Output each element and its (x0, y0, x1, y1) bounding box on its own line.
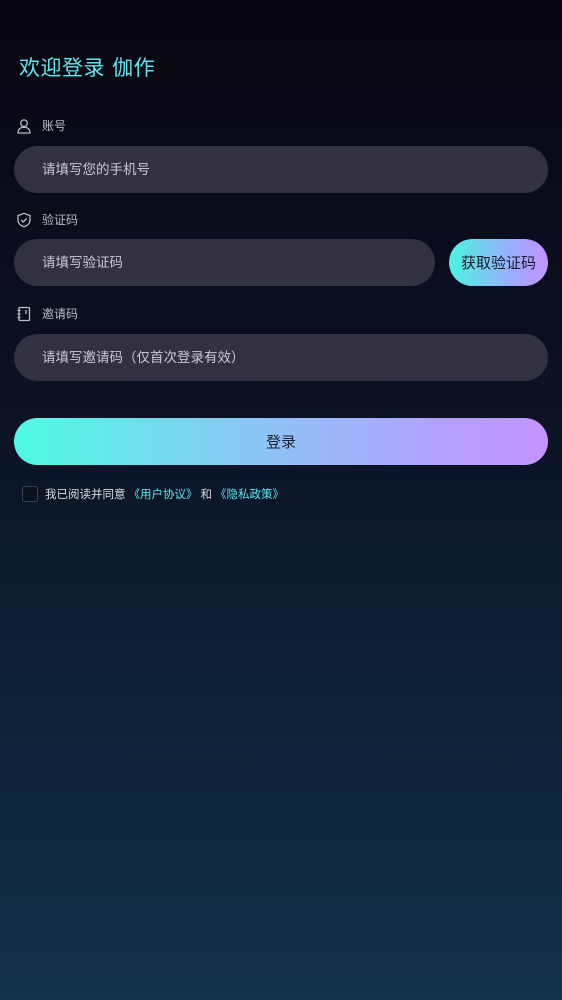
code-label: 验证码 (42, 213, 79, 227)
code-label-row: 验证码 (16, 211, 78, 228)
code-input[interactable] (42, 254, 435, 271)
login-button[interactable]: 登录 (14, 418, 548, 465)
shield-check-icon (16, 212, 32, 228)
invite-label: 邀请码 (42, 307, 79, 321)
privacy-policy-link[interactable]: 《隐私政策》 (215, 486, 284, 502)
user-agreement-link[interactable]: 《用户协议》 (129, 486, 198, 502)
agreement-connector: 和 (200, 487, 213, 501)
agreement-row: 我已阅读并同意 《用户协议》 和 《隐私政策》 (22, 486, 287, 502)
invite-label-row: 邀请码 (16, 305, 78, 322)
invite-field[interactable] (14, 334, 548, 381)
code-field[interactable] (14, 239, 435, 286)
user-icon (16, 118, 32, 134)
page-title: 欢迎登录 伽作 (19, 56, 156, 80)
get-code-button[interactable]: 获取验证码 (449, 239, 548, 286)
notebook-icon (16, 306, 32, 322)
account-label-row: 账号 (16, 117, 66, 134)
phone-input[interactable] (42, 161, 548, 178)
agreement-prefix: 我已阅读并同意 (45, 487, 126, 501)
account-label: 账号 (42, 119, 67, 133)
phone-field[interactable] (14, 146, 548, 193)
agreement-checkbox[interactable] (22, 486, 38, 502)
invite-input[interactable] (42, 349, 548, 366)
